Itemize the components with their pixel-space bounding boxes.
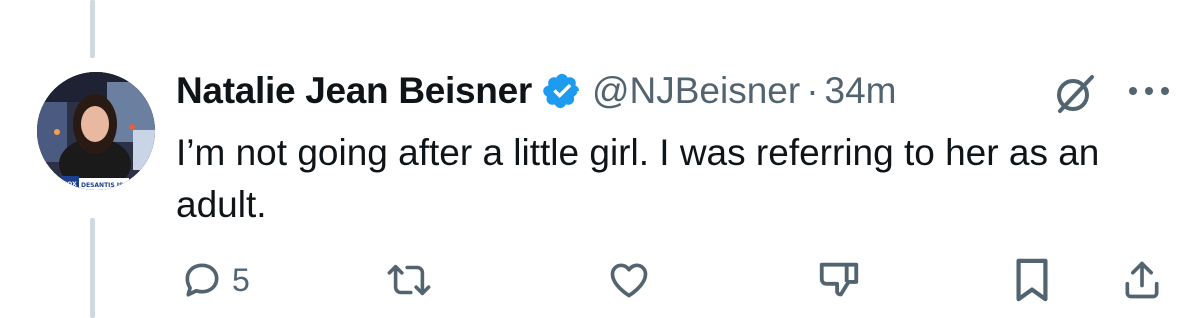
reply-button[interactable]: 5 [180,256,250,304]
share-icon [1120,257,1164,303]
retweet-icon [384,258,434,302]
tweet-header: Natalie Jean Beisner @NJBeisner · 34m [176,66,1176,116]
author-handle[interactable]: @NJBeisner [592,70,800,112]
bookmark-icon [1012,257,1052,303]
thread-line-bottom [90,218,95,318]
retweet-button[interactable] [384,256,434,304]
like-button[interactable] [606,256,652,304]
downvote-icon [816,257,862,303]
avatar[interactable]: FOX DESANTIS IS [37,72,155,190]
grok-icon[interactable] [1052,71,1098,117]
thread-line-top [90,0,95,58]
avatar-overlay-text: DESANTIS IS [81,182,123,189]
tweet-text: I’m not going after a little girl. I was… [176,132,1100,225]
fox-news-logo: FOX [63,181,77,188]
share-button[interactable] [1120,256,1164,304]
separator-dot: · [806,70,819,111]
more-options-icon[interactable] [1126,84,1172,98]
reply-icon [180,258,224,302]
like-icon [606,258,652,302]
reply-count: 5 [232,261,250,298]
author-name[interactable]: Natalie Jean Beisner [176,70,532,112]
downvote-button[interactable] [816,256,862,304]
tweet-timestamp[interactable]: 34m [825,70,897,112]
bookmark-button[interactable] [1012,256,1052,304]
verified-badge-icon[interactable] [542,71,582,111]
